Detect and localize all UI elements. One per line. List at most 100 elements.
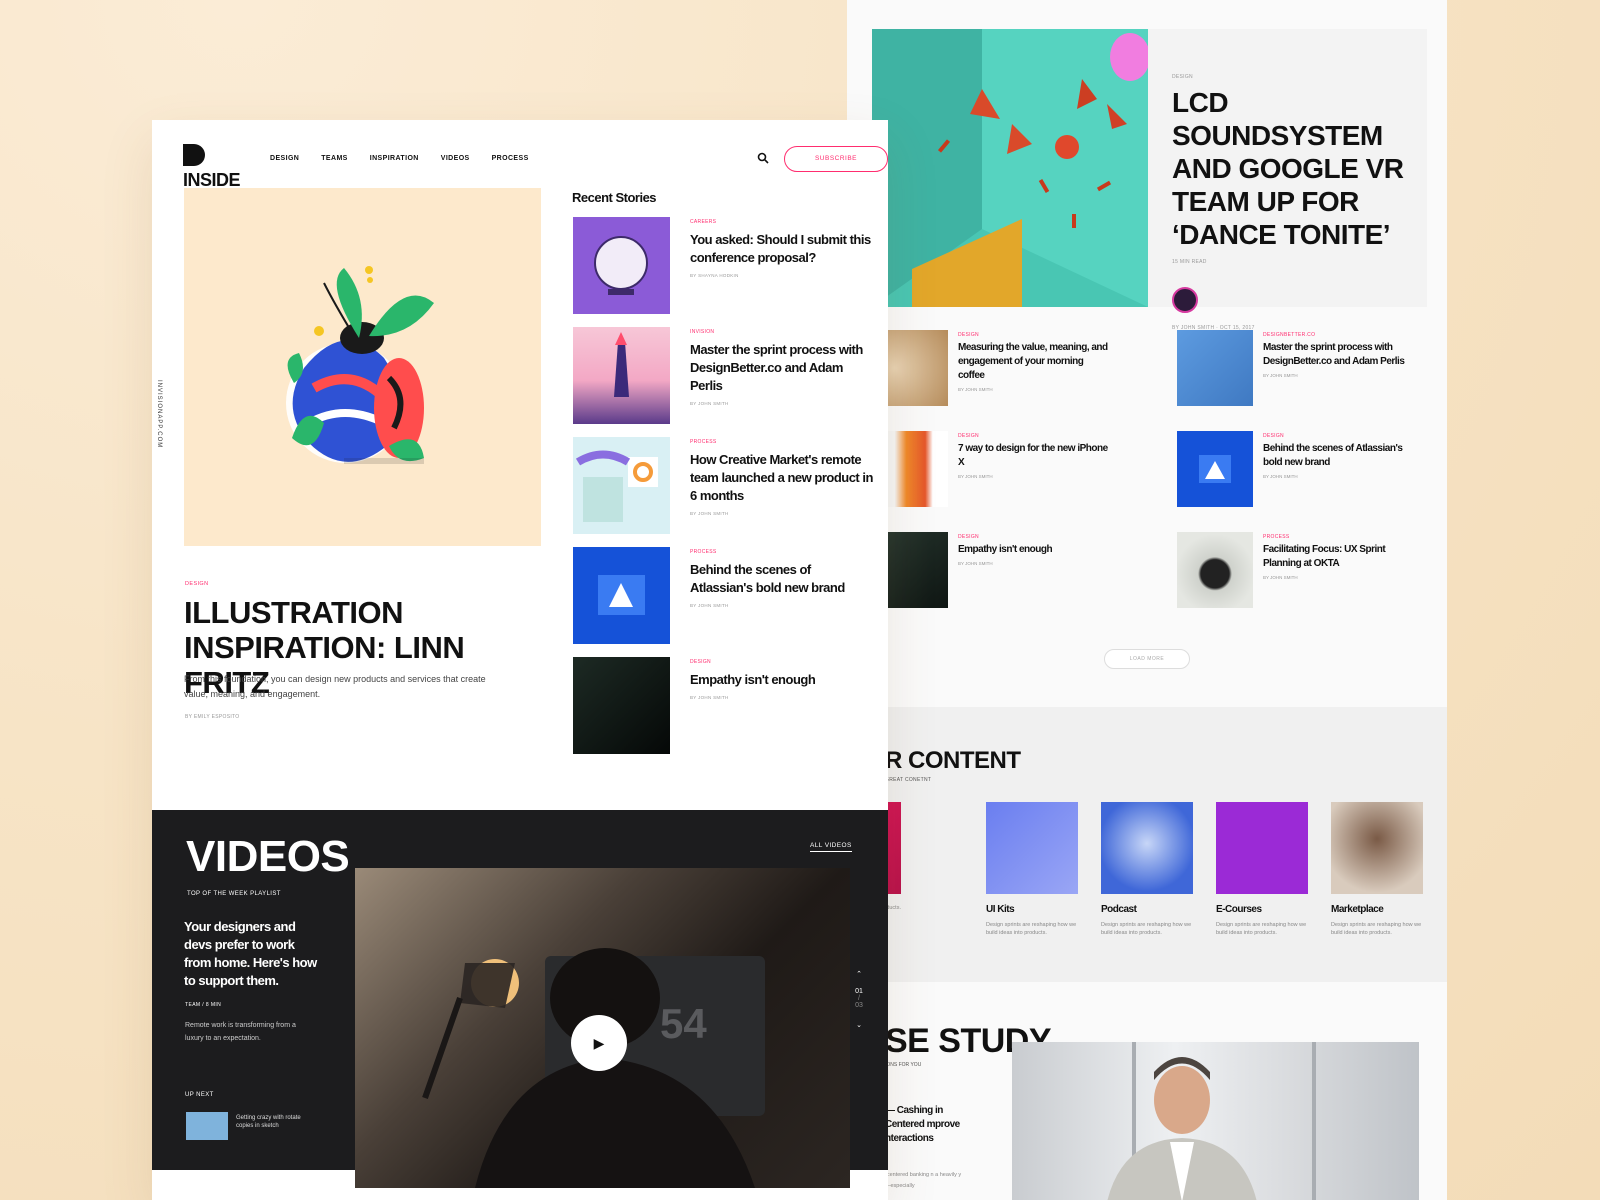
card-image: [1331, 802, 1423, 894]
grid-title[interactable]: 7 way to design for the new iPhone X: [958, 442, 1108, 470]
video-description: Remote work is transforming from a luxur…: [185, 1022, 296, 1042]
grid-byline: BY JOHN SMITH: [958, 387, 993, 392]
section-subheading: GREAT CONETNT: [885, 777, 932, 783]
story-title[interactable]: You asked: Should I submit this conferen…: [690, 231, 875, 267]
main-nav: DESIGN TEAMS INSPIRATION VIDEOS PROCESS: [270, 155, 529, 162]
story-item[interactable]: CAREERS You asked: Should I submit this c…: [573, 217, 873, 315]
card-name: Marketplace: [1331, 904, 1384, 915]
nav-videos[interactable]: VIDEOS: [441, 155, 470, 162]
grid-category: DESIGN: [958, 332, 979, 338]
content-card[interactable]: Podcast Design sprints are reshaping how…: [1101, 802, 1193, 937]
story-thumb: [573, 327, 670, 424]
grid-thumb: [1177, 330, 1253, 406]
hero-image: [872, 29, 1148, 307]
card-desc: Design sprints are reshaping how we buil…: [1101, 922, 1192, 936]
side-url[interactable]: INVISIONAPP.COM: [156, 380, 162, 448]
case-study-subheading: IONS FOR YOU: [885, 1062, 922, 1068]
story-title[interactable]: How Creative Market's remote team launch…: [690, 451, 875, 505]
featured-illustration[interactable]: [184, 188, 541, 546]
grid-item[interactable]: DESIGN 7 way to design for the new iPhone…: [872, 431, 1112, 509]
featured-byline: BY EMILY ESPOSITO: [185, 714, 240, 720]
card-image: [1216, 802, 1308, 894]
nav-process[interactable]: PROCESS: [492, 155, 529, 162]
story-title[interactable]: Empathy isn't enough: [690, 671, 875, 689]
hero-title[interactable]: LCD SOUNDSYSTEM AND GOOGLE VR TEAM UP FO…: [1172, 86, 1422, 251]
play-button[interactable]: ▶: [571, 1015, 627, 1071]
story-byline: BY JOHN SMITH: [690, 401, 729, 406]
nav-design[interactable]: DESIGN: [270, 155, 299, 162]
subscribe-button[interactable]: SUBSCRIBE: [784, 146, 888, 172]
grid-item[interactable]: PROCESS Facilitating Focus: UX Sprint Pla…: [1177, 532, 1417, 610]
section-heading: R CONTENT: [885, 747, 1021, 774]
svg-text:54: 54: [660, 1000, 707, 1047]
card-desc: Design sprints are reshaping how we buil…: [1216, 922, 1307, 936]
video-title[interactable]: Your designers and devs prefer to work f…: [184, 918, 324, 990]
featured-category: DESIGN: [185, 581, 209, 587]
grid-item[interactable]: DESIGN Behind the scenes of Atlassian's b…: [1177, 431, 1417, 509]
main-page: INSIDE DESIGN DESIGN TEAMS INSPIRATION V…: [152, 120, 888, 1200]
story-item[interactable]: INVISION Master the sprint process with D…: [573, 327, 873, 425]
grid-thumb: [1177, 532, 1253, 608]
story-byline: BY JOHN SMITH: [690, 695, 729, 700]
content-card[interactable]: UI Kits Design sprints are reshaping how…: [986, 802, 1078, 937]
videos-section: VIDEOS TOP OF THE WEEK PLAYLIST ALL VIDE…: [152, 810, 888, 1188]
grid-byline: BY JOHN SMITH: [958, 561, 993, 566]
grid-item[interactable]: DESIGN Empathy isn't enough BY JOHN SMITH: [872, 532, 1112, 610]
story-item[interactable]: DESIGN Empathy isn't enough BY JOHN SMITH: [573, 657, 873, 755]
grid-category: DESIGN: [1263, 433, 1284, 439]
grid-category: DESIGN: [958, 534, 979, 540]
read-time: 15 min read: [1172, 259, 1207, 265]
grid-title[interactable]: Empathy isn't enough: [958, 543, 1108, 557]
content-card[interactable]: E-Courses Design sprints are reshaping h…: [1216, 802, 1308, 937]
up-next-title[interactable]: Getting crazy with rotate copies in sket…: [236, 1114, 306, 1130]
grid-title[interactable]: Facilitating Focus: UX Sprint Planning a…: [1263, 543, 1413, 571]
grid-thumb: [1177, 431, 1253, 507]
content-card[interactable]: Marketplace Design sprints are reshaping…: [1331, 802, 1423, 937]
story-category: PROCESS: [690, 549, 717, 555]
case-study-title[interactable]: — Cashing in Centered mprove nteractions: [885, 1104, 965, 1146]
story-thumb: [573, 657, 670, 754]
story-item[interactable]: PROCESS Behind the scenes of Atlassian's …: [573, 547, 873, 645]
load-more-button[interactable]: LOAD MORE: [1104, 649, 1190, 669]
grid-item[interactable]: DESIGN Measuring the value, meaning, and …: [872, 330, 1112, 408]
grid-title[interactable]: Behind the scenes of Atlassian's bold ne…: [1263, 442, 1413, 470]
logo-mark-icon: [183, 144, 205, 166]
story-item[interactable]: PROCESS How Creative Market's remote team…: [573, 437, 873, 535]
grid-byline: BY JOHN SMITH: [1263, 575, 1298, 580]
hero-category: DESIGN: [1172, 74, 1193, 80]
case-study-desc: -centered banking n a heavily y—especial…: [885, 1172, 962, 1189]
story-thumb: [573, 437, 670, 534]
card-name: Podcast: [1101, 904, 1137, 915]
nav-inspiration[interactable]: INSPIRATION: [370, 155, 419, 162]
grid-title[interactable]: Measuring the value, meaning, and engage…: [958, 341, 1108, 383]
up-next-thumb[interactable]: [186, 1112, 228, 1140]
chevron-up-icon[interactable]: ⌃: [849, 970, 869, 978]
grid-item[interactable]: DESIGNBETTER.CO Master the sprint process…: [1177, 330, 1417, 408]
story-category: INVISION: [690, 329, 715, 335]
grid-category: DESIGN: [958, 433, 979, 439]
story-category: CAREERS: [690, 219, 717, 225]
story-thumb: [573, 547, 670, 644]
card-name: UI Kits: [986, 904, 1015, 915]
story-title[interactable]: Behind the scenes of Atlassian's bold ne…: [690, 561, 875, 597]
grid-title[interactable]: Master the sprint process with DesignBet…: [1263, 341, 1413, 369]
pager-total: 03: [855, 1002, 863, 1009]
chevron-down-icon[interactable]: ⌄: [849, 1021, 869, 1029]
nav-teams[interactable]: TEAMS: [321, 155, 348, 162]
search-icon[interactable]: [757, 152, 769, 164]
story-title[interactable]: Master the sprint process with DesignBet…: [690, 341, 875, 395]
grid-byline: BY JOHN SMITH: [958, 474, 993, 479]
videos-heading: VIDEOS: [186, 832, 350, 881]
videos-subheading: TOP OF THE WEEK PLAYLIST: [187, 891, 281, 897]
case-study-image: [1012, 1042, 1419, 1200]
video-pager: ⌃ 01 / 03 ⌄: [849, 970, 869, 1029]
grid-byline: BY JOHN SMITH: [1263, 474, 1298, 479]
story-byline: BY SHAYNA HODKIN: [690, 273, 739, 278]
all-videos-link[interactable]: ALL VIDEOS: [810, 842, 852, 852]
card-desc: Design sprints are reshaping how we buil…: [1331, 922, 1422, 936]
story-byline: BY JOHN SMITH: [690, 603, 729, 608]
video-player[interactable]: 54 ▶: [355, 868, 850, 1188]
hero-article[interactable]: DESIGN LCD SOUNDSYSTEM AND GOOGLE VR TEA…: [872, 29, 1427, 331]
story-category: DESIGN: [690, 659, 711, 665]
our-content-section: R CONTENT GREAT CONETNT e reshaping how …: [847, 707, 1447, 982]
